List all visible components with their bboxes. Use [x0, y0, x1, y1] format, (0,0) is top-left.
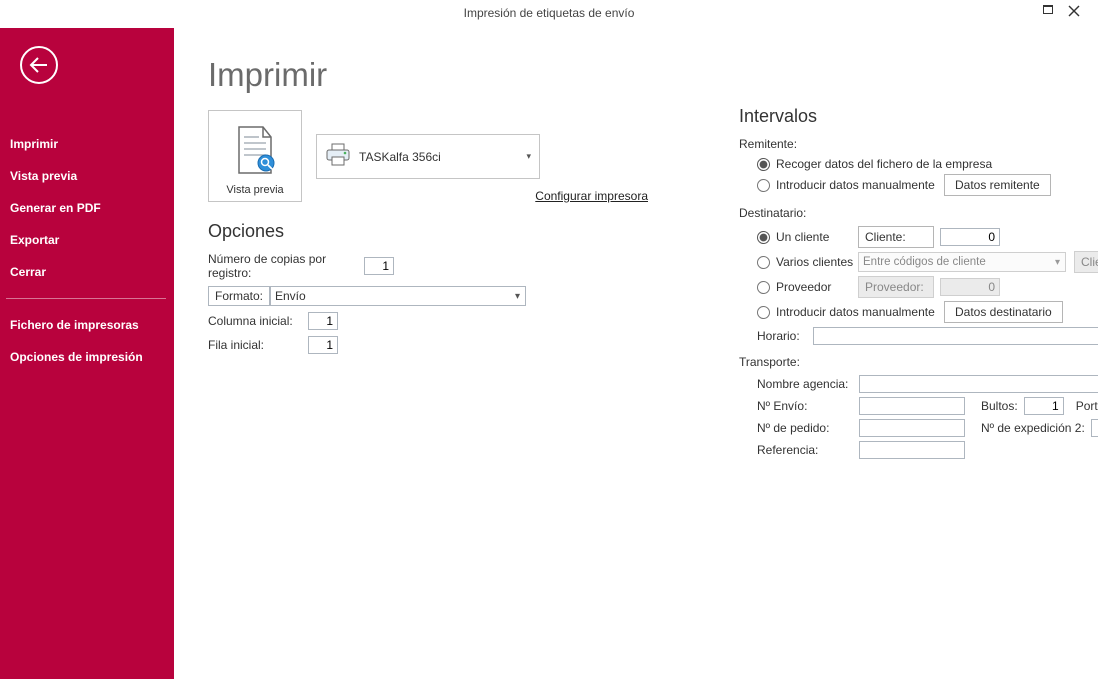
destinatario-radio-varios[interactable] — [757, 256, 770, 269]
printer-icon — [325, 143, 351, 170]
fila-inicial-input[interactable] — [308, 336, 338, 354]
formato-value: Envío — [275, 289, 306, 303]
sidebar-item-generar-pdf[interactable]: Generar en PDF — [0, 192, 174, 224]
title-bar: Impresión de etiquetas de envío — [0, 0, 1098, 28]
transporte-label: Transporte: — [739, 355, 1098, 369]
sidebar-item-cerrar[interactable]: Cerrar — [0, 256, 174, 288]
preview-label: Vista previa — [226, 184, 283, 196]
num-copias-input[interactable] — [364, 257, 394, 275]
sidebar-item-imprimir[interactable]: Imprimir — [0, 128, 174, 160]
document-preview-icon — [233, 125, 277, 178]
maximize-button[interactable] — [1038, 4, 1058, 20]
columna-inicial-label: Columna inicial: — [208, 314, 308, 328]
printer-name: TASKalfa 356ci — [359, 150, 441, 164]
chevron-down-icon: ▾ — [526, 151, 531, 162]
remitente-opt2-label: Introducir datos manualmente — [776, 178, 944, 192]
remitente-opt1-label: Recoger datos del fichero de la empresa — [776, 157, 992, 171]
sidebar: Imprimir Vista previa Generar en PDF Exp… — [0, 28, 174, 679]
remitente-label: Remitente: — [739, 137, 1098, 151]
envio-input[interactable] — [859, 397, 965, 415]
bultos-label: Bultos: — [981, 399, 1018, 413]
referencia-input[interactable] — [859, 441, 965, 459]
proveedor-lookup-button[interactable]: Proveedor: — [858, 276, 934, 298]
formato-select[interactable]: Envío — [270, 286, 526, 306]
cliente-id-input[interactable] — [940, 228, 1000, 246]
destinatario-label: Destinatario: — [739, 206, 1098, 220]
fila-inicial-label: Fila inicial: — [208, 338, 308, 352]
expedicion-input[interactable] — [1091, 419, 1098, 437]
portes-label: Portes: — [1076, 399, 1098, 413]
back-button[interactable] — [20, 46, 58, 84]
bultos-input[interactable] — [1024, 397, 1064, 415]
destinatario-radio-un-cliente[interactable] — [757, 231, 770, 244]
formato-label-box: Formato: — [208, 286, 270, 306]
sidebar-item-vista-previa[interactable]: Vista previa — [0, 160, 174, 192]
entre-codigos-text: Entre códigos de cliente — [863, 256, 986, 268]
horario-input[interactable] — [813, 327, 1098, 345]
referencia-label: Referencia: — [757, 443, 859, 457]
content-area: Imprimir Vista previa — [174, 28, 1098, 679]
sidebar-item-opciones-impresion[interactable]: Opciones de impresión — [0, 341, 174, 373]
configure-printer-link[interactable]: Configurar impresora — [316, 189, 648, 203]
sidebar-item-fichero-impresoras[interactable]: Fichero de impresoras — [0, 309, 174, 341]
num-copias-label: Número de copias por registro: — [208, 252, 364, 280]
destinatario-radio-proveedor[interactable] — [757, 281, 770, 294]
entre-codigos-select[interactable]: Entre códigos de cliente — [858, 252, 1066, 272]
destinatario-un-cliente-label: Un cliente — [776, 230, 858, 244]
horario-label: Horario: — [757, 329, 813, 343]
destinatario-radio-manual[interactable] — [757, 306, 770, 319]
pedido-label: Nº de pedido: — [757, 421, 859, 435]
page-title: Imprimir — [208, 56, 1074, 94]
window-title: Impresión de etiquetas de envío — [0, 6, 1098, 20]
pedido-input[interactable] — [859, 419, 965, 437]
agencia-label: Nombre agencia: — [757, 377, 859, 391]
destinatario-manual-label: Introducir datos manualmente — [776, 305, 944, 319]
remitente-radio-fichero[interactable] — [757, 158, 770, 171]
remitente-radio-manual[interactable] — [757, 179, 770, 192]
envio-label: Nº Envío: — [757, 399, 859, 413]
agencia-input[interactable] — [859, 375, 1098, 393]
destinatario-varios-label: Varios clientes — [776, 255, 858, 269]
sidebar-item-exportar[interactable]: Exportar — [0, 224, 174, 256]
cliente2-lookup-button[interactable]: Cliente: — [1074, 251, 1098, 273]
destinatario-proveedor-label: Proveedor — [776, 280, 858, 294]
datos-remitente-button[interactable]: Datos remitente — [944, 174, 1051, 196]
preview-button[interactable]: Vista previa — [208, 110, 302, 202]
expedicion-label: Nº de expedición 2: — [981, 421, 1085, 435]
proveedor-id-input[interactable] — [940, 278, 1000, 296]
datos-destinatario-button[interactable]: Datos destinatario — [944, 301, 1063, 323]
close-button[interactable] — [1064, 4, 1084, 20]
cliente-lookup-button[interactable]: Cliente: — [858, 226, 934, 248]
columna-inicial-input[interactable] — [308, 312, 338, 330]
sidebar-separator — [6, 298, 166, 299]
intervalos-heading: Intervalos — [739, 106, 1098, 127]
printer-select[interactable]: TASKalfa 356ci ▾ — [316, 134, 540, 179]
